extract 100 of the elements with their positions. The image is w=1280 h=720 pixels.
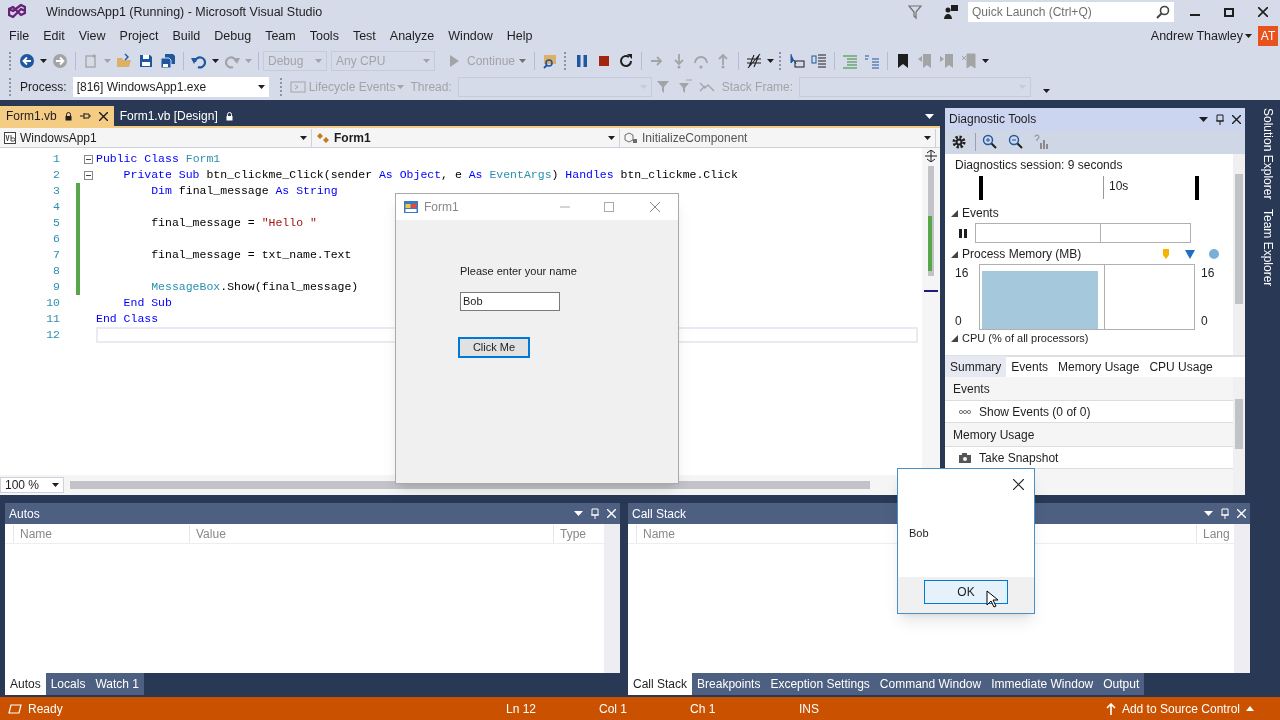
- find-icon[interactable]: [542, 53, 559, 69]
- navigation-dropdown[interactable]: WindowsApp1: [0, 128, 312, 147]
- menu-item[interactable]: File: [2, 26, 37, 46]
- feedback-icon[interactable]: [943, 4, 959, 20]
- window-title: WindowsApp1 (Running) - Microsoft Visual Studio: [46, 3, 323, 21]
- zoom-dropdown[interactable]: 100 %: [0, 477, 64, 493]
- zoom-out-icon[interactable]: [1008, 134, 1024, 150]
- menu-caret-icon[interactable]: [1204, 511, 1213, 516]
- navigation-dropdown[interactable]: Form1: [312, 128, 620, 147]
- open-folder-icon[interactable]: [116, 53, 132, 69]
- vertical-scrollbar[interactable]: [1233, 377, 1245, 495]
- vertical-scrollbar[interactable]: [1233, 154, 1245, 355]
- code-line: final_message = "Hello ": [150, 215, 317, 232]
- panel-tab[interactable]: Output: [1098, 673, 1145, 695]
- ok-button[interactable]: OK: [924, 580, 1008, 604]
- line-number: 8: [52, 263, 60, 280]
- menu-item[interactable]: Debug: [207, 26, 259, 46]
- menu-item[interactable]: Test: [345, 26, 383, 46]
- menu-item[interactable]: Project: [112, 26, 166, 46]
- close-icon[interactable]: [1013, 478, 1024, 490]
- panel-tab[interactable]: Autos: [5, 673, 46, 695]
- panel-tab[interactable]: Command Window: [874, 673, 987, 695]
- menu-item[interactable]: Help: [499, 26, 540, 46]
- undo-icon[interactable]: [191, 53, 207, 69]
- caret-icon: [924, 135, 931, 140]
- panel-tab[interactable]: Call Stack: [628, 673, 693, 695]
- name-field[interactable]: Bob: [460, 291, 560, 311]
- caret-icon[interactable]: [1245, 34, 1252, 38]
- expanded-triangle-icon[interactable]: [951, 334, 958, 342]
- source-control-button[interactable]: Add to Source Control: [1121, 699, 1240, 718]
- line-number: 9: [52, 279, 60, 296]
- menu-item[interactable]: Tools: [302, 26, 346, 46]
- diagnostics-tab[interactable]: Events: [1006, 356, 1054, 378]
- format-list-icon[interactable]: [811, 53, 828, 69]
- caret-icon: [300, 135, 307, 140]
- caret-icon[interactable]: [40, 59, 47, 63]
- menu-caret-icon[interactable]: [574, 511, 583, 516]
- diagnostics-tab[interactable]: Memory Usage: [1053, 356, 1145, 378]
- pause-icon[interactable]: [959, 228, 967, 238]
- panel-tab[interactable]: Exception Settings: [765, 673, 875, 695]
- code-line: Public Class Form1: [96, 151, 221, 168]
- diagnostics-tab[interactable]: CPU Usage: [1144, 356, 1218, 378]
- navigation-dropdown[interactable]: InitializeComponent: [620, 128, 936, 147]
- column-header[interactable]: Value: [189, 524, 553, 543]
- panel-title: Autos: [9, 505, 41, 523]
- menu-item[interactable]: Analyze: [382, 26, 442, 46]
- save-icon[interactable]: [138, 53, 154, 69]
- vertical-scrollbar[interactable]: [1234, 524, 1250, 673]
- filter-icon[interactable]: [907, 4, 923, 20]
- document-tab[interactable]: Form1.vb [Design]: [113, 106, 239, 126]
- menu-item[interactable]: Window: [441, 26, 500, 46]
- caret-icon[interactable]: [982, 59, 990, 63]
- vertical-scrollbar[interactable]: [604, 524, 620, 673]
- pointer-line-icon[interactable]: [789, 53, 806, 69]
- menu-item[interactable]: Build: [165, 26, 208, 46]
- menu-item[interactable]: View: [71, 26, 113, 46]
- restart-icon[interactable]: [618, 53, 635, 69]
- message-text: Bob: [909, 527, 929, 539]
- menu-item[interactable]: Edit: [36, 26, 72, 46]
- caret-icon[interactable]: [1043, 89, 1051, 93]
- tab-list-icon[interactable]: [925, 114, 934, 119]
- menu-caret-icon[interactable]: [1199, 116, 1208, 122]
- collapse-icon[interactable]: [83, 154, 93, 164]
- click-me-button[interactable]: Click Me: [458, 336, 530, 358]
- pin-icon[interactable]: [79, 112, 91, 120]
- section-header: Process Memory (MB): [962, 246, 1083, 263]
- menu-item[interactable]: Team: [258, 26, 303, 46]
- diagnostics-tab[interactable]: Summary: [945, 356, 1007, 378]
- pin-icon[interactable]: [1216, 113, 1224, 125]
- column-header[interactable]: Name: [13, 524, 189, 543]
- zoom-in-icon[interactable]: [982, 134, 998, 150]
- side-tab[interactable]: Solution Explorer: [1254, 108, 1280, 200]
- panel-title: Call Stack: [632, 505, 688, 523]
- line-number: 10: [45, 295, 60, 312]
- gc-marker-icon: [1185, 249, 1195, 259]
- caret-icon[interactable]: [767, 59, 775, 63]
- caret-up-icon[interactable]: [1246, 706, 1254, 711]
- document-tab[interactable]: Form1.vb: [0, 106, 114, 126]
- caret-icon: [519, 59, 527, 63]
- quick-launch-field[interactable]: Quick Launch (Ctrl+Q): [968, 2, 1174, 22]
- caret-icon[interactable]: [212, 59, 219, 63]
- expanded-triangle-icon[interactable]: [951, 209, 958, 217]
- expanded-triangle-icon[interactable]: [951, 250, 958, 258]
- panel-tab[interactable]: Locals: [45, 673, 91, 695]
- collapse-icon[interactable]: [83, 170, 93, 180]
- side-tab[interactable]: Team Explorer: [1254, 209, 1280, 287]
- process-dropdown[interactable]: [816] WindowsApp1.exe: [72, 77, 269, 97]
- split-icon[interactable]: [925, 150, 937, 162]
- panel-tab[interactable]: Breakpoints: [692, 673, 766, 695]
- panel-tab[interactable]: Immediate Window: [986, 673, 1099, 695]
- user-name[interactable]: Andrew Thawley: [1150, 26, 1243, 46]
- close-icon[interactable]: [98, 111, 108, 121]
- settings-icon[interactable]: [951, 134, 967, 150]
- summary-section-title: Events: [953, 380, 990, 398]
- close-icon[interactable]: [1232, 114, 1241, 124]
- panel-tab[interactable]: Watch 1: [90, 673, 144, 695]
- back-icon[interactable]: [19, 53, 35, 69]
- line-number: 5: [52, 215, 60, 232]
- user-avatar[interactable]: AT: [1258, 26, 1278, 46]
- save-all-icon[interactable]: [160, 53, 176, 69]
